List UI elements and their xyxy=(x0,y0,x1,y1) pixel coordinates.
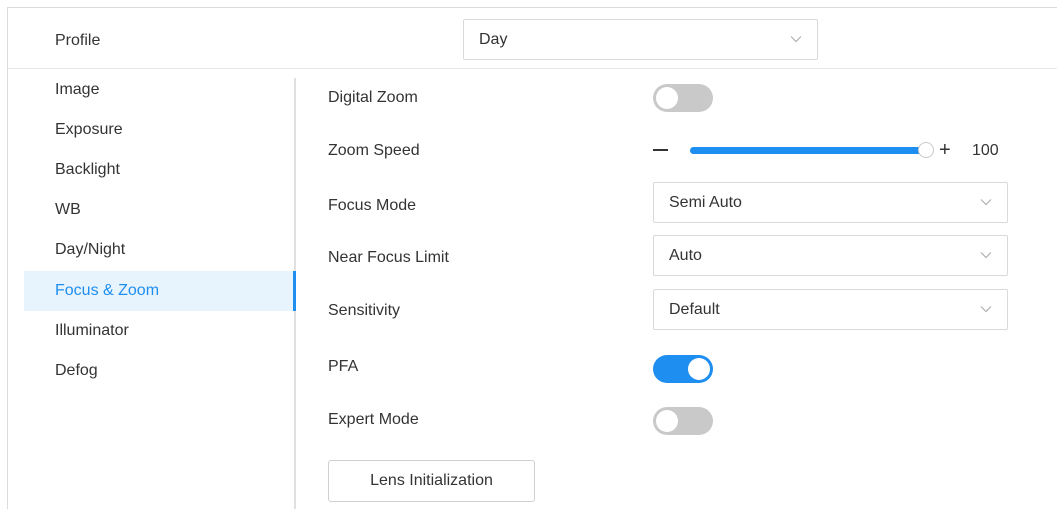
slider-handle[interactable] xyxy=(918,142,934,158)
focus-mode-value: Semi Auto xyxy=(669,193,742,211)
profile-select[interactable]: Day xyxy=(463,19,818,60)
sidebar-item-exposure[interactable]: Exposure xyxy=(24,110,294,150)
sidebar-item-label: Defog xyxy=(55,362,98,379)
near-focus-limit-value: Auto xyxy=(669,246,702,264)
chevron-down-icon xyxy=(980,199,992,206)
expert-mode-label: Expert Mode xyxy=(328,411,419,428)
sidebar-item-defog[interactable]: Defog xyxy=(24,351,294,391)
focus-mode-label: Focus Mode xyxy=(328,197,417,214)
chevron-down-icon xyxy=(790,36,802,43)
expert-mode-toggle[interactable] xyxy=(653,407,713,435)
sidebar-item-label: Day/Night xyxy=(55,241,126,258)
sidebar-item-label: Focus & Zoom xyxy=(55,282,160,299)
toggle-knob xyxy=(688,358,710,380)
toggle-knob xyxy=(656,87,678,109)
sidebar-item-focus-zoom[interactable]: Focus & Zoom xyxy=(24,271,294,311)
sidebar: Image Exposure Backlight WB Day/Night Fo… xyxy=(24,70,294,509)
pfa-label: PFA xyxy=(328,358,359,375)
profile-select-value: Day xyxy=(479,30,508,48)
lens-initialization-button[interactable]: Lens Initialization xyxy=(328,460,535,502)
chevron-down-icon xyxy=(980,252,992,259)
zoom-speed-label: Zoom Speed xyxy=(328,142,420,159)
pfa-toggle[interactable] xyxy=(653,355,713,383)
sensitivity-label: Sensitivity xyxy=(328,302,401,319)
active-item-indicator xyxy=(293,271,296,311)
sidebar-item-illuminator[interactable]: Illuminator xyxy=(24,311,294,351)
sensitivity-value: Default xyxy=(669,300,720,318)
chevron-down-icon xyxy=(980,306,992,313)
zoom-speed-value: 100 xyxy=(972,142,999,159)
near-focus-limit-select[interactable]: Auto xyxy=(653,235,1008,276)
sidebar-item-backlight[interactable]: Backlight xyxy=(24,150,294,190)
profile-row: Profile Day xyxy=(8,8,1057,69)
sidebar-item-label: Image xyxy=(55,81,100,98)
profile-label: Profile xyxy=(55,32,101,49)
sidebar-item-day-night[interactable]: Day/Night xyxy=(24,230,294,270)
digital-zoom-toggle[interactable] xyxy=(653,84,713,112)
sidebar-item-label: WB xyxy=(55,201,81,218)
sidebar-item-image[interactable]: Image xyxy=(24,70,294,110)
sidebar-item-label: Exposure xyxy=(55,121,123,138)
slider-fill xyxy=(690,147,926,154)
settings-panel: Profile Day Image Exposure Backlight WB … xyxy=(7,7,1057,509)
sensitivity-select[interactable]: Default xyxy=(653,289,1008,330)
near-focus-limit-label: Near Focus Limit xyxy=(328,249,449,266)
zoom-speed-decrease-button[interactable] xyxy=(653,149,668,151)
zoom-speed-slider[interactable] xyxy=(690,142,934,158)
toggle-knob xyxy=(656,410,678,432)
sidebar-item-label: Illuminator xyxy=(55,322,129,339)
digital-zoom-label: Digital Zoom xyxy=(328,89,418,106)
focus-mode-select[interactable]: Semi Auto xyxy=(653,182,1008,223)
zoom-speed-increase-button[interactable]: + xyxy=(939,140,951,160)
sidebar-item-label: Backlight xyxy=(55,161,120,178)
sidebar-item-wb[interactable]: WB xyxy=(24,190,294,230)
